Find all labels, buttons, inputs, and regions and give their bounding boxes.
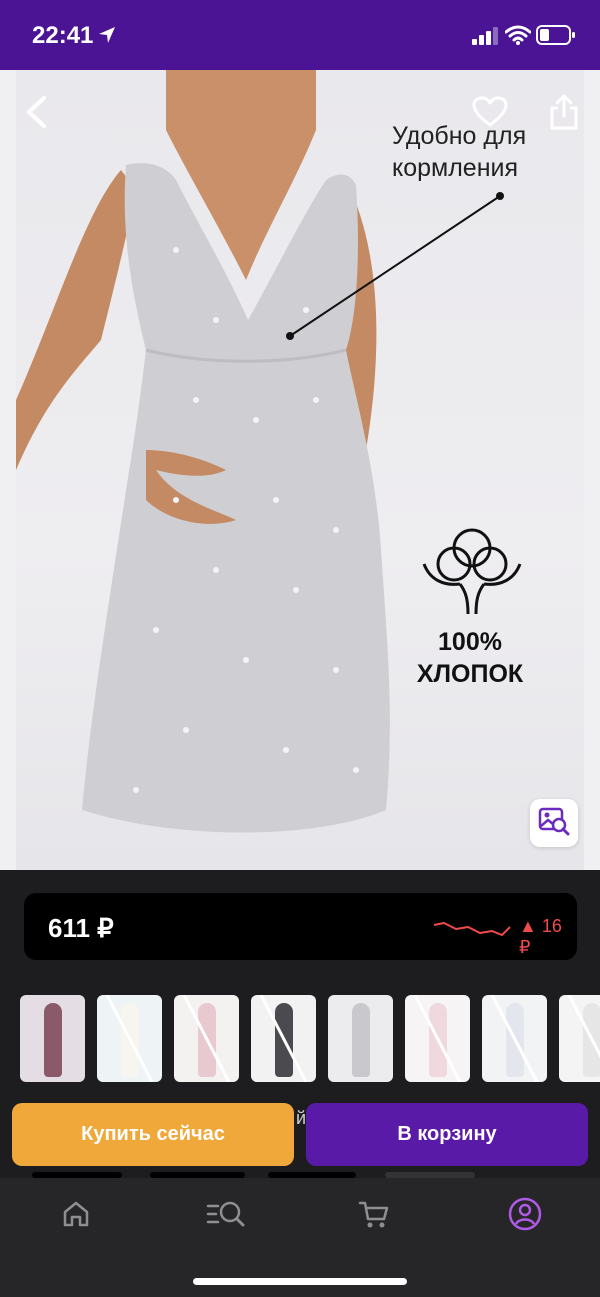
thumbnail[interactable]: [482, 995, 547, 1082]
add-to-cart-button[interactable]: В корзину: [306, 1103, 588, 1166]
price-card[interactable]: 611 ₽ ▲ 16 ₽: [24, 893, 577, 960]
thumbnail[interactable]: [251, 995, 316, 1082]
price-value: 611 ₽: [48, 913, 114, 943]
tab-home[interactable]: [46, 1196, 106, 1236]
tab-profile[interactable]: [495, 1196, 555, 1236]
back-chevron-icon: [24, 95, 48, 134]
home-icon: [61, 1199, 91, 1234]
thumbnail[interactable]: [20, 995, 85, 1082]
tab-catalog[interactable]: [196, 1196, 256, 1236]
obscured-text: й: [296, 1108, 307, 1128]
thumbnail[interactable]: [328, 995, 393, 1082]
content-strip: [0, 1170, 600, 1178]
status-time: 22:41: [32, 22, 94, 49]
cotton-icon: [420, 520, 524, 621]
material-name: ХЛОПОК: [416, 660, 524, 688]
image-search-icon: [538, 806, 570, 841]
status-bar: 22:41: [0, 0, 600, 70]
price-change: ▲ 16 ₽: [519, 916, 562, 957]
material-percent: 100%: [438, 628, 502, 656]
catalog-search-icon: [206, 1199, 246, 1234]
tab-cart[interactable]: [344, 1196, 404, 1236]
material-label: 100% ХЛОПОК: [400, 626, 540, 690]
product-photo[interactable]: Удобно для кормления 100% ХЛОПОК: [0, 70, 600, 870]
thumbnail[interactable]: [174, 995, 239, 1082]
thumbnail[interactable]: [405, 995, 470, 1082]
thumbnail-strip[interactable]: [20, 995, 600, 1083]
home-indicator: [193, 1278, 407, 1285]
model-illustration: [16, 70, 504, 833]
wifi-icon: [504, 24, 532, 51]
back-button[interactable]: [12, 90, 60, 138]
product-photo-background: [16, 70, 584, 870]
price-history-sparkline: [432, 913, 512, 948]
image-search-button[interactable]: [530, 799, 578, 847]
signal-icon: [472, 27, 500, 50]
feature-note: Удобно для кормления: [392, 122, 527, 182]
buy-now-button[interactable]: Купить сейчас: [12, 1103, 294, 1166]
profile-icon: [508, 1197, 542, 1236]
thumbnail[interactable]: [559, 995, 600, 1082]
location-arrow-icon: [97, 25, 117, 50]
battery-icon: [536, 25, 576, 50]
cart-icon: [358, 1199, 390, 1234]
thumbnail[interactable]: [97, 995, 162, 1082]
